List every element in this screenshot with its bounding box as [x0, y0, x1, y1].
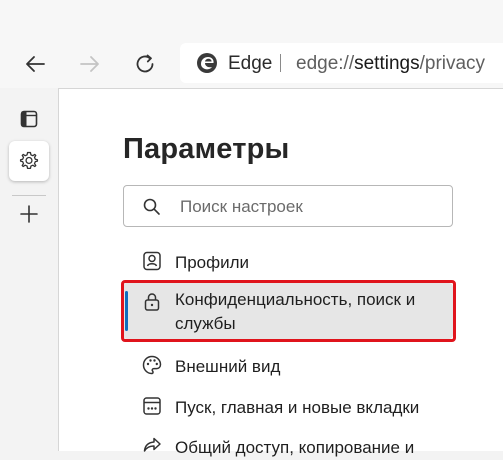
site-label: Edge	[228, 53, 273, 74]
refresh-button[interactable]	[127, 46, 163, 82]
plus-icon	[20, 205, 38, 223]
gear-icon	[19, 151, 39, 169]
tab-actions-icon	[20, 110, 38, 128]
menu-label-appearance: Внешний вид	[175, 357, 281, 376]
back-arrow-icon	[26, 56, 45, 72]
home-tabs-icon	[143, 397, 161, 415]
url-host: settings	[354, 53, 420, 74]
search-icon	[143, 198, 160, 215]
vertical-tab-strip	[0, 88, 58, 451]
settings-search-input[interactable]: Поиск настроек	[123, 185, 453, 227]
tab-actions-button[interactable]	[9, 99, 49, 139]
browser-toolbar: Edge edge://settings/privacy	[0, 0, 503, 88]
menu-item-start-home-tabs[interactable]: Пуск, главная и новые вкладки	[123, 395, 453, 420]
forward-arrow-icon	[80, 56, 99, 72]
share-icon	[143, 437, 161, 452]
menu-label-start-home-tabs: Пуск, главная и новые вкладки	[175, 398, 420, 417]
menu-item-profiles[interactable]: Профили	[123, 250, 453, 275]
menu-item-share-copy[interactable]: Общий доступ, копирование и	[123, 435, 453, 460]
settings-panel: Параметры Поиск настроек Профили Конфиде…	[58, 88, 503, 457]
forward-button[interactable]	[72, 46, 108, 82]
settings-tab[interactable]	[9, 141, 49, 181]
address-divider	[280, 54, 281, 72]
new-tab-button[interactable]	[9, 194, 49, 234]
url-text: edge://settings/privacy	[296, 53, 485, 75]
refresh-icon	[136, 54, 154, 73]
url-prefix: edge://	[296, 53, 355, 74]
highlight-annotation	[121, 280, 456, 342]
menu-item-appearance[interactable]: Внешний вид	[123, 354, 453, 379]
address-bar[interactable]: Edge edge://settings/privacy	[180, 43, 503, 83]
palette-icon	[142, 355, 162, 375]
edge-logo-icon	[197, 53, 217, 73]
url-path: /privacy	[419, 53, 486, 74]
menu-label-share-copy: Общий доступ, копирование и	[175, 438, 415, 457]
search-placeholder: Поиск настроек	[180, 197, 303, 216]
profile-icon	[143, 251, 161, 271]
back-button[interactable]	[17, 46, 53, 82]
page-title: Параметры	[123, 133, 290, 165]
menu-label-profiles: Профили	[175, 253, 250, 272]
